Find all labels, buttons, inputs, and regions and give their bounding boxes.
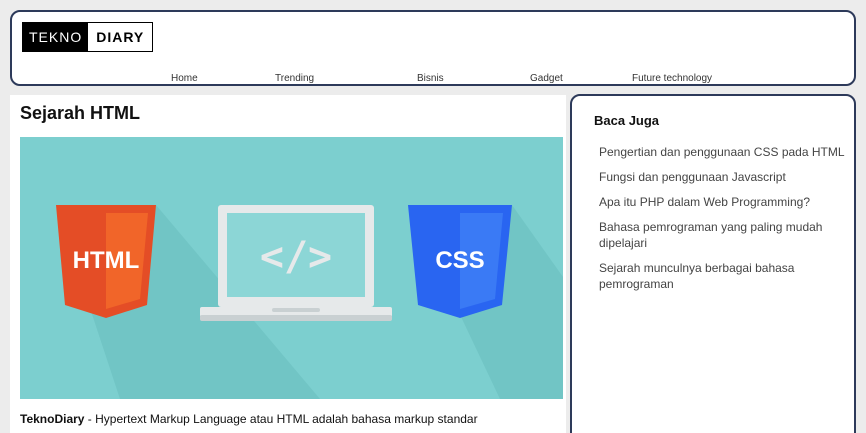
- related-link-easiest-language[interactable]: Bahasa pemrograman yang paling mudah dip…: [599, 219, 849, 251]
- article-lead-text: - Hypertext Markup Language atau HTML ad…: [84, 412, 478, 426]
- sidebar-title: Baca Juga: [594, 113, 660, 128]
- article-hero-image: HTML </> CSS: [20, 137, 563, 399]
- site-header: TEKNO DIARY Home Trending Bisnis Gadget …: [10, 10, 856, 86]
- site-logo[interactable]: TEKNO DIARY: [22, 22, 154, 52]
- nav-item-bisnis[interactable]: Bisnis: [417, 73, 444, 84]
- top-bar: [0, 0, 866, 10]
- html-badge-icon: HTML: [56, 205, 156, 318]
- related-link-javascript[interactable]: Fungsi dan penggunaan Javascript: [599, 169, 849, 185]
- hero-illustration: HTML </> CSS: [20, 137, 563, 399]
- nav-item-home[interactable]: Home: [171, 73, 198, 84]
- logo-text-diary: DIARY: [96, 29, 145, 45]
- article-lead-brand: TeknoDiary: [20, 412, 85, 426]
- laptop-icon: </>: [200, 205, 392, 321]
- related-links-list: Pengertian dan penggunaan CSS pada HTML …: [599, 144, 849, 301]
- nav-item-future-technology[interactable]: Future technology: [632, 73, 712, 84]
- related-link-css[interactable]: Pengertian dan penggunaan CSS pada HTML: [599, 144, 849, 160]
- article-title: Sejarah HTML: [20, 103, 141, 123]
- code-symbol: </>: [260, 234, 332, 280]
- article-panel: Sejarah HTML HTML </> CSS TeknoDiary - H…: [10, 95, 566, 433]
- main-nav: Home Trending Bisnis Gadget Future techn…: [12, 73, 854, 87]
- nav-item-gadget[interactable]: Gadget: [530, 73, 563, 84]
- css-badge-icon: CSS: [408, 205, 512, 318]
- logo-text-tekno: TEKNO: [23, 23, 89, 51]
- sidebar-related: Baca Juga Pengertian dan penggunaan CSS …: [570, 94, 856, 433]
- nav-item-trending[interactable]: Trending: [275, 73, 314, 84]
- page: TEKNO DIARY Home Trending Bisnis Gadget …: [0, 0, 866, 433]
- related-link-language-history[interactable]: Sejarah munculnya berbagai bahasa pemrog…: [599, 260, 849, 292]
- html-badge-label: HTML: [73, 247, 140, 274]
- article-lead: TeknoDiary - Hypertext Markup Language a…: [20, 411, 560, 427]
- css-badge-label: CSS: [435, 247, 484, 274]
- related-link-php[interactable]: Apa itu PHP dalam Web Programming?: [599, 194, 849, 210]
